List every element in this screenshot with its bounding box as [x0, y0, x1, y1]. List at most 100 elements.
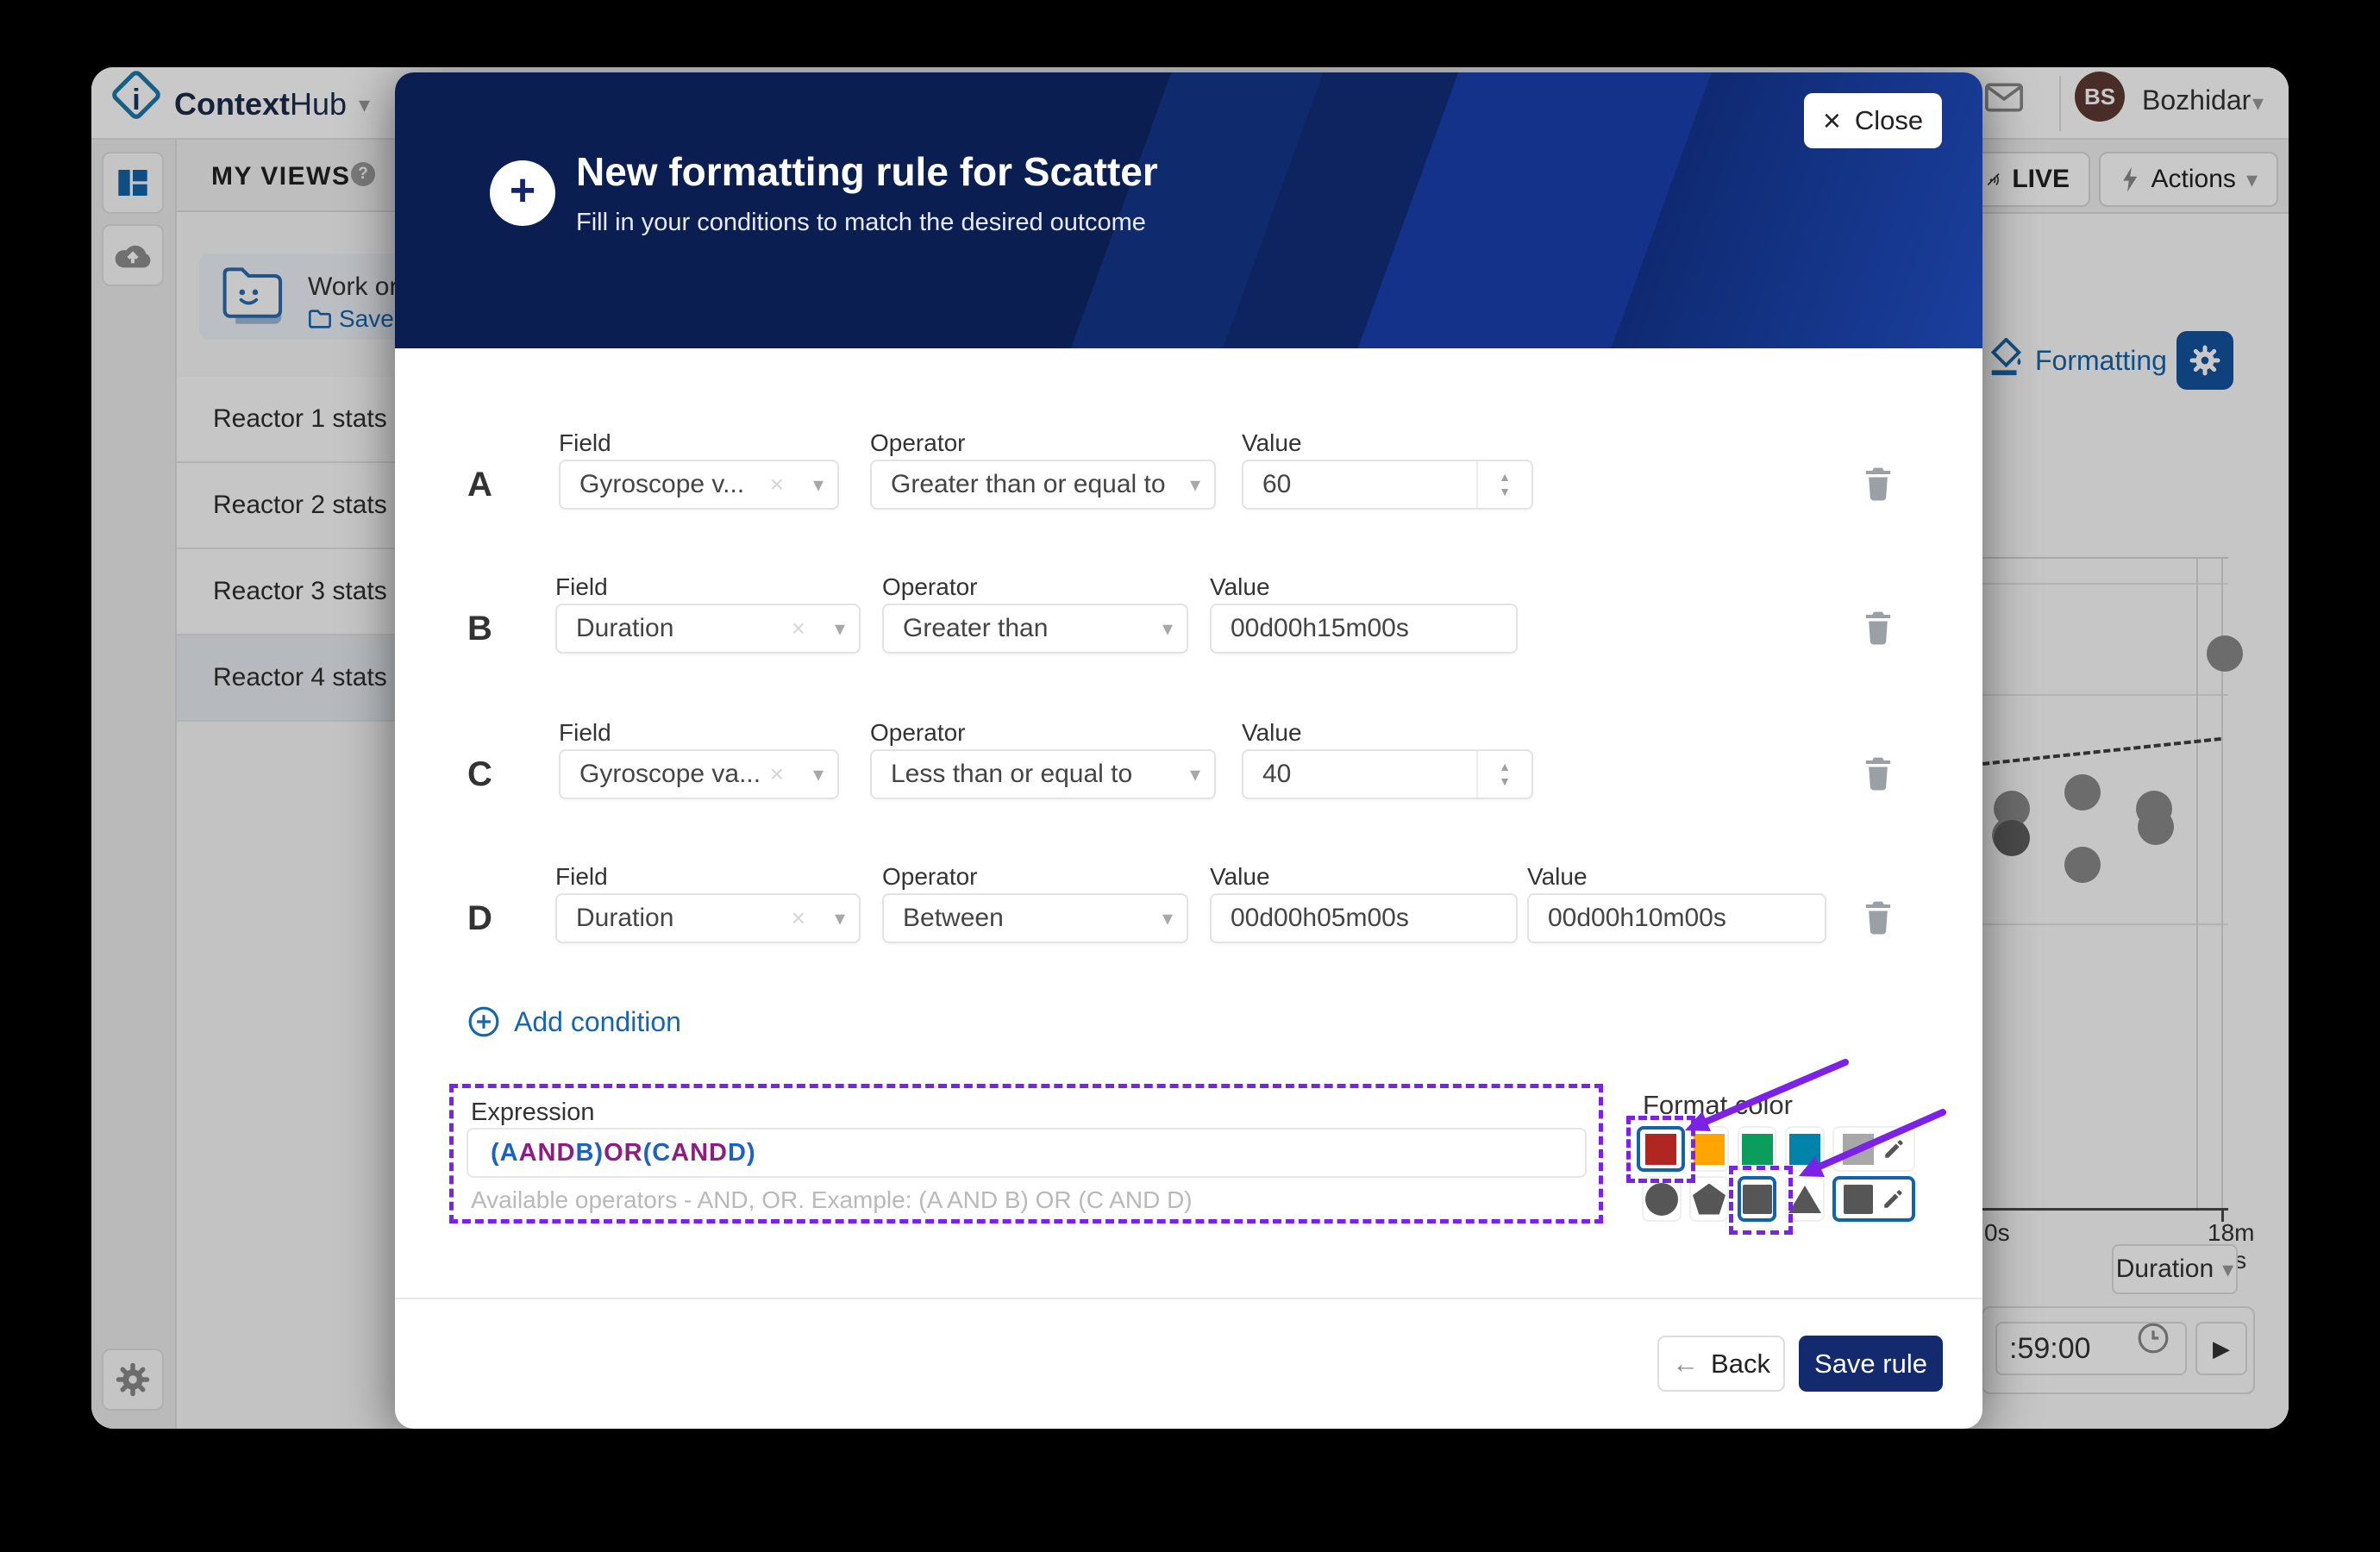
expression-helper-text: Available operators - AND, OR. Example: …	[471, 1186, 1193, 1214]
chevron-down-icon: ▾	[1162, 616, 1173, 641]
expression-token: (A	[491, 1139, 519, 1167]
pencil-icon	[1882, 1138, 1905, 1161]
shape-circle-icon	[1645, 1183, 1678, 1216]
text-input[interactable]: 00d00h10m00s	[1527, 893, 1826, 943]
chevron-down-icon: ▾	[1190, 762, 1200, 787]
number-stepper[interactable]: ▲▼	[1476, 461, 1531, 508]
input-value: 00d00h05m00s	[1231, 904, 1409, 933]
text-input[interactable]: 00d00h05m00s	[1210, 893, 1518, 943]
condition-letter: C	[467, 749, 492, 799]
condition-letter: A	[467, 460, 492, 510]
select-value: Less than or equal to	[891, 760, 1132, 789]
back-arrow-icon: ←	[1672, 1349, 1699, 1380]
select-box[interactable]: Duration × ▾	[555, 893, 861, 943]
number-input[interactable]: 60▲▼	[1242, 460, 1533, 510]
condition-field-group: Value60▲▼	[1242, 429, 1533, 455]
delete-condition-button[interactable]	[1861, 898, 1899, 941]
annotation-dashed-box-color	[1626, 1116, 1695, 1183]
condition-letter: B	[467, 604, 492, 654]
annotation-dashed-box-shape	[1729, 1166, 1793, 1235]
condition-field-group: Value40▲▼	[1242, 719, 1533, 745]
field-label: Operator	[882, 863, 1188, 889]
condition-field-group: Value00d00h05m00s	[1210, 863, 1518, 889]
condition-field-group: Value00d00h10m00s	[1527, 863, 1826, 889]
shape-swatch-button-square[interactable]	[1832, 1176, 1915, 1222]
field-label: Value	[1242, 719, 1533, 745]
plus-circle-icon: +	[490, 160, 555, 226]
number-stepper[interactable]: ▲▼	[1476, 751, 1531, 798]
close-button[interactable]: × Close	[1804, 93, 1942, 148]
select-box[interactable]: Between ▾	[882, 893, 1188, 943]
select-value: Between	[903, 904, 1004, 933]
number-input[interactable]: 40▲▼	[1242, 749, 1533, 799]
chevron-down-icon: ▾	[813, 762, 824, 787]
input-value: 00d00h15m00s	[1231, 614, 1409, 643]
field-label: Field	[559, 719, 839, 745]
field-label: Value	[1210, 573, 1518, 599]
condition-field-group: FieldDuration×▾	[555, 573, 861, 599]
condition-field-group: Value00d00h15m00s	[1210, 573, 1518, 599]
condition-row-b: BFieldDuration×▾OperatorGreater than▾Val…	[395, 573, 1982, 685]
select-box[interactable]: Less than or equal to ▾	[870, 749, 1216, 799]
condition-field-group: FieldDuration×▾	[555, 863, 861, 889]
select-box[interactable]: Greater than ▾	[882, 604, 1188, 654]
delete-condition-button[interactable]	[1861, 754, 1899, 797]
select-value: Duration	[576, 614, 673, 643]
clear-icon[interactable]: ×	[770, 471, 784, 498]
condition-field-group: OperatorGreater than▾	[882, 573, 1188, 599]
close-label: Close	[1855, 105, 1923, 136]
expression-token: AND	[519, 1139, 576, 1167]
save-rule-button[interactable]: Save rule	[1799, 1336, 1943, 1392]
field-label: Field	[559, 429, 839, 455]
shape-square-icon	[1844, 1185, 1873, 1214]
back-button[interactable]: ← Back	[1657, 1336, 1785, 1392]
field-label: Operator	[882, 573, 1188, 599]
delete-condition-button[interactable]	[1861, 464, 1899, 507]
clear-icon[interactable]: ×	[792, 904, 805, 932]
select-value: Greater than or equal to	[891, 470, 1166, 499]
shape-pentagon-icon	[1693, 1184, 1726, 1215]
field-label: Field	[555, 573, 861, 599]
clear-icon[interactable]: ×	[770, 760, 784, 788]
chevron-down-icon: ▾	[1162, 906, 1173, 931]
expression-token: AND	[671, 1139, 728, 1167]
condition-field-group: FieldGyroscope va...×▾	[559, 719, 839, 745]
select-value: Gyroscope v...	[579, 470, 744, 499]
chevron-down-icon: ▾	[835, 906, 845, 931]
field-label: Value	[1242, 429, 1533, 455]
color-swatch	[1694, 1134, 1725, 1165]
color-swatch-button[interactable]	[1832, 1126, 1915, 1172]
expression-label: Expression	[471, 1098, 594, 1127]
select-box[interactable]: Duration×▾	[555, 604, 861, 654]
add-condition-label: Add condition	[514, 1006, 681, 1038]
expression-token: D)	[728, 1139, 756, 1167]
app-window: i ContextHub ▾ BS Bozhidar ▾ MY VIEWS ?	[91, 67, 2289, 1429]
condition-field-group: OperatorGreater than or equal to▾	[870, 429, 1216, 455]
condition-letter: D	[467, 893, 492, 943]
expression-section: Expression (A AND B) OR (C AND D) Availa…	[449, 1084, 1603, 1223]
condition-row-a: A FieldGyroscope v...×▾ OperatorGreater th…	[395, 429, 1982, 541]
back-label: Back	[1711, 1349, 1770, 1380]
select-box[interactable]: Greater than or equal to▾	[870, 460, 1216, 510]
condition-row-d: DFieldDuration×▾OperatorBetween▾Value00d…	[395, 863, 1982, 975]
select-value: Gyroscope va...	[579, 760, 761, 789]
text-input[interactable]: 00d00h15m00s	[1210, 604, 1518, 654]
shape-triangle-icon	[1788, 1186, 1821, 1213]
delete-condition-button[interactable]	[1861, 608, 1899, 651]
add-condition-button[interactable]: Add condition	[467, 1005, 681, 1038]
select-value: Greater than	[903, 614, 1048, 643]
select-value: Duration	[576, 904, 673, 933]
select-box[interactable]: Gyroscope v...×▾	[559, 460, 839, 510]
condition-field-group: OperatorLess than or equal to▾	[870, 719, 1216, 745]
condition-field-group: FieldGyroscope v...×▾	[559, 429, 839, 455]
expression-token: OR	[604, 1139, 643, 1167]
plus-circle-icon	[467, 1005, 500, 1038]
condition-field-group: OperatorBetween▾	[882, 863, 1188, 889]
input-value: 00d00h10m00s	[1548, 904, 1726, 933]
condition-row-c: CFieldGyroscope va...×▾OperatorLess than…	[395, 719, 1982, 831]
select-box[interactable]: Gyroscope va... × ▾	[559, 749, 839, 799]
clear-icon[interactable]: ×	[792, 615, 805, 642]
modal-subtitle: Fill in your conditions to match the des…	[576, 209, 1146, 237]
expression-input[interactable]: (A AND B) OR (C AND D)	[467, 1128, 1587, 1178]
new-rule-modal: + New formatting rule for Scatter Fill i…	[395, 72, 1982, 1429]
